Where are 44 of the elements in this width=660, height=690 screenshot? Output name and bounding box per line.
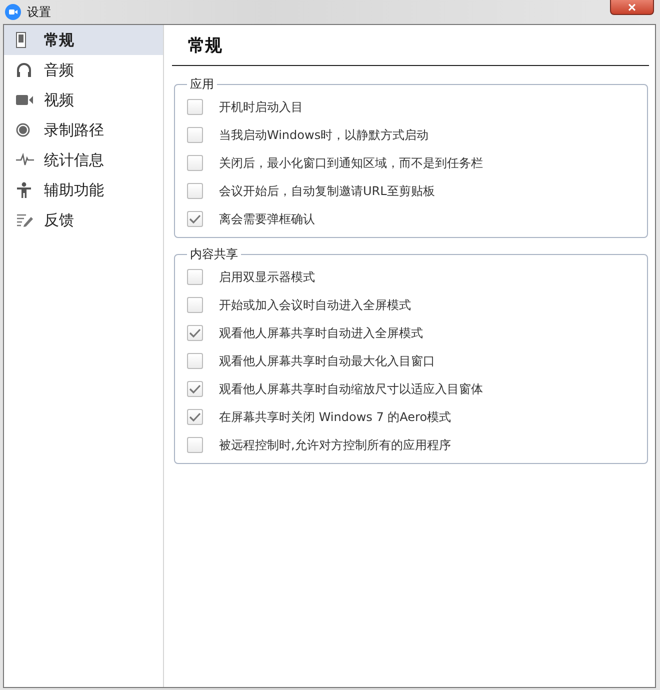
option-label: 会议开始后，自动复制邀请URL至剪贴板: [219, 182, 435, 200]
window-title: 设置: [27, 4, 51, 20]
option-label: 观看他人屏幕共享时自动进入全屏模式: [219, 324, 423, 342]
edit-icon: [16, 213, 34, 227]
option-label: 关闭后，最小化窗口到通知区域，而不是到任务栏: [219, 154, 483, 172]
option-label: 当我启动Windows时，以静默方式启动: [219, 126, 429, 144]
checkbox[interactable]: [187, 381, 203, 397]
sidebar-item[interactable]: 录制路径: [4, 115, 163, 145]
checkbox[interactable]: [187, 183, 203, 199]
pulse-icon: [16, 153, 34, 167]
phone-icon: [16, 32, 26, 48]
checkbox[interactable]: [187, 127, 203, 143]
sidebar-item[interactable]: 音频: [4, 55, 163, 85]
person-icon: [16, 182, 32, 198]
checkbox[interactable]: [187, 437, 203, 453]
checkbox[interactable]: [187, 353, 203, 369]
app-logo-icon: [5, 4, 21, 20]
group-title: 内容共享: [189, 246, 239, 263]
headphones-icon: [16, 62, 32, 78]
option-label: 开始或加入会议时自动进入全屏模式: [219, 296, 411, 314]
option-label: 开机时启动入目: [219, 98, 303, 116]
sidebar-item[interactable]: 辅助功能: [4, 175, 163, 205]
sidebar-item[interactable]: 常规: [4, 25, 163, 55]
option-label: 离会需要弹框确认: [219, 210, 315, 228]
video-camera-icon: [16, 94, 34, 106]
sidebar-item[interactable]: 反馈: [4, 205, 163, 235]
checkbox[interactable]: [187, 99, 203, 115]
option-label: 启用双显示器模式: [219, 268, 315, 286]
option-label: 在屏幕共享时关闭 Windows 7 的Aero模式: [219, 408, 452, 426]
page-heading: 常规: [172, 25, 649, 66]
checkbox[interactable]: [187, 297, 203, 313]
checkbox[interactable]: [187, 325, 203, 341]
close-button[interactable]: ×: [610, 0, 654, 15]
option-label: 观看他人屏幕共享时自动缩放尺寸以适应入目窗体: [219, 380, 483, 398]
checkbox[interactable]: [187, 211, 203, 227]
checkbox[interactable]: [187, 269, 203, 285]
record-icon: [16, 123, 30, 137]
sidebar-item[interactable]: 视频: [4, 85, 163, 115]
sidebar-item[interactable]: 统计信息: [4, 145, 163, 175]
option-label: 观看他人屏幕共享时自动最大化入目窗口: [219, 352, 435, 370]
group-title: 应用: [189, 76, 215, 93]
option-label: 被远程控制时,允许对方控制所有的应用程序: [219, 436, 451, 454]
checkbox[interactable]: [187, 155, 203, 171]
checkbox[interactable]: [187, 409, 203, 425]
